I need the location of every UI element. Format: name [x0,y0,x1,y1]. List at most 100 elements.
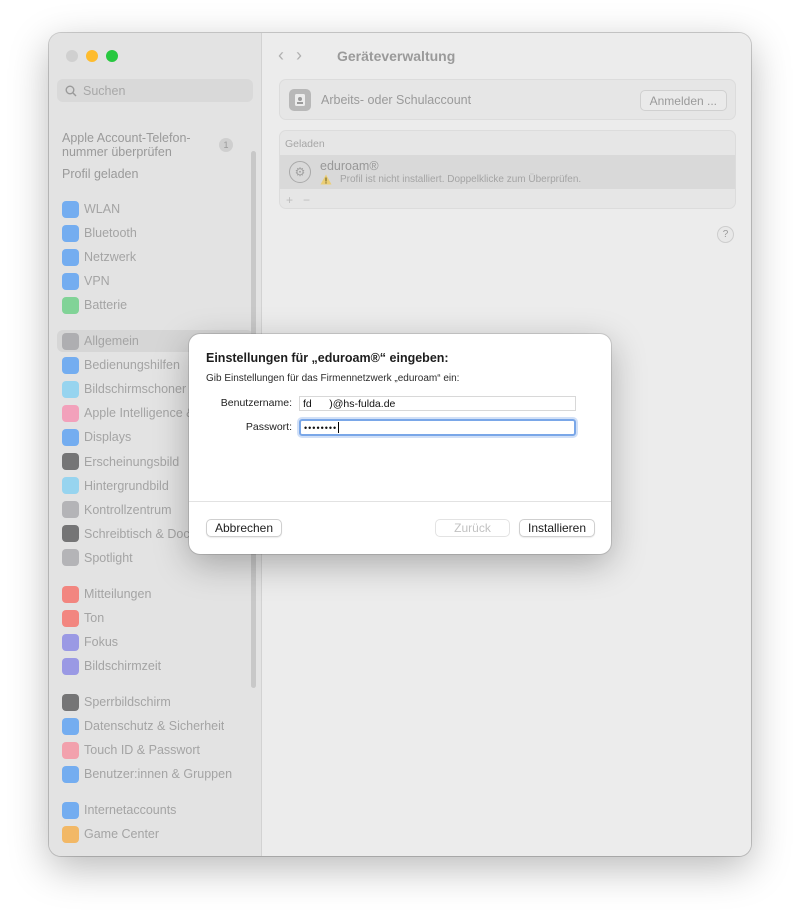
sidebar-item-label: Internetaccounts [84,803,177,817]
account-card: Arbeits- oder Schulaccount Anmelden ... [279,79,736,120]
loaded-profiles-card: Geladen ⚙ eduroam® Profil ist nicht inst… [279,130,736,209]
sidebar-item-label: Sperrbildschirm [84,695,171,709]
add-remove-controls: + − [286,193,310,207]
add-button[interactable]: + [286,193,293,207]
sidebar-item-internetaccounts[interactable]: Internetaccounts [57,799,253,821]
profile-warning: Profil ist nicht installiert. Doppelklic… [320,174,581,185]
help-button[interactable]: ? [717,226,734,243]
navigation: ‹ › [278,45,302,66]
sidebar-item-label: Mitteilungen [84,587,152,601]
bell-icon [62,585,79,603]
spotlight-icon [62,549,79,567]
accessibility-icon [62,356,79,374]
credentials-dialog: Einstellungen für „eduroam®“ eingeben: G… [189,334,611,554]
profile-row[interactable]: ⚙ eduroam® Profil ist nicht installiert.… [280,155,735,189]
sidebar-item-batterie[interactable]: Batterie [57,294,253,316]
sidebar-item-bildschirmzeit[interactable]: Bildschirmzeit [57,655,253,677]
sidebar-item-vpn[interactable]: VPN [57,270,253,292]
sidebar-item-label: Erscheinungsbild [84,454,180,469]
sidebar-item-fokus[interactable]: Fokus [57,631,253,653]
sidebar-item-datenschutz-sicherheit[interactable]: Datenschutz & Sicherheit [57,715,253,737]
controlcenter-icon [62,501,79,519]
page-title: Geräteverwaltung [337,48,456,64]
minimize-button[interactable] [86,50,98,62]
password-field[interactable]: •••••••• [297,417,578,438]
section-label: Geladen [285,138,325,150]
sign-in-button[interactable]: Anmelden ... [639,90,727,111]
sidebar-item-label: Schreibtisch & Dock [84,526,196,541]
forward-chevron-icon[interactable]: › [296,45,302,66]
sidebar-item-label: Touch ID & Passwort [84,743,201,758]
password-label: Passwort: [245,421,292,433]
profile-warning-text: Profil ist nicht installiert. Doppelklic… [340,174,582,185]
sidebar-item-label: Displays [84,430,132,445]
notification-badge: 1 [219,138,233,152]
bluetooth-icon [62,224,79,242]
profile-name: eduroam® [320,159,379,173]
vpn-icon [62,272,79,290]
sidebar-item-label: Fokus [84,635,119,650]
install-button[interactable]: Installieren [519,519,595,537]
gear-icon: ⚙ [289,161,311,183]
zoom-button[interactable] [106,50,118,62]
sidebar-item-label: Spotlight [84,550,133,565]
text-caret [338,422,340,433]
sidebar-item-label: Netzwerk [84,250,137,265]
hourglass-icon [62,657,79,675]
wallpaper-icon [62,477,79,495]
gamecenter-icon [62,825,79,843]
id-badge-icon [289,89,311,111]
back-button[interactable]: Zurück [435,519,510,537]
password-value: •••••••• [304,422,338,433]
back-chevron-icon[interactable]: ‹ [278,45,284,66]
sidebar-item-label: Allgemein [84,334,139,348]
sidebar-item-touch-id-passwort[interactable]: Touch ID & Passwort [57,739,253,761]
dialog-subtitle: Gib Einstellungen für das Firmennetzwerk… [206,373,460,384]
cancel-button[interactable]: Abbrechen [206,519,282,537]
sidebar-item-label: Bildschirmzeit [84,659,162,674]
username-value: fd )@hs-fulda.de [303,397,396,410]
remove-button[interactable]: − [303,193,310,207]
username-field[interactable]: fd )@hs-fulda.de [299,396,576,411]
traffic-lights [66,50,118,62]
profile-loaded-link[interactable]: Profil geladen [62,167,138,182]
appearance-icon [62,453,79,470]
sidebar-item-label: VPN [84,274,110,289]
apple-account-line2[interactable]: nummer überprüfen [62,145,172,160]
search-input[interactable]: Suchen [57,79,253,102]
lock-icon [62,693,79,711]
username-label: Benutzername: [220,397,292,409]
sidebar-item-label: Batterie [84,298,128,313]
hand-icon [62,717,79,735]
sidebar-item-wlan[interactable]: WLAN [57,198,253,220]
account-label: Arbeits- oder Schulaccount [321,93,472,107]
sidebar-item-label: Kontrollzentrum [84,502,172,517]
sidebar-item-mitteilungen[interactable]: Mitteilungen [57,583,253,605]
sidebar-item-label: Hintergrundbild [84,478,169,493]
sidebar-item-sperrbildschirm[interactable]: Sperrbildschirm [57,691,253,713]
sun-icon [62,428,79,446]
dialog-title: Einstellungen für „eduroam®“ eingeben: [206,351,449,365]
gear-icon [62,332,79,350]
close-button[interactable] [66,50,78,62]
sidebar-item-ton[interactable]: Ton [57,607,253,629]
sidebar-item-benutzer-innen-gruppen[interactable]: Benutzer:innen & Gruppen [57,763,253,785]
sidebar-item-bluetooth[interactable]: Bluetooth [57,222,253,244]
sidebar-item-label: WLAN [84,202,121,216]
sidebar-item-game-center[interactable]: Game Center [57,823,253,845]
sidebar-item-label: Game Center [84,827,160,842]
sidebar-item-label: Benutzer:innen & Gruppen [84,767,233,782]
search-icon [65,85,77,96]
screensaver-icon [62,380,79,398]
sidebar-item-label: Datenschutz & Sicherheit [84,719,225,734]
apple-account-line1[interactable]: Apple Account-Telefon- [62,131,191,146]
moon-icon [62,633,79,651]
speaker-icon [62,609,79,627]
dock-icon [62,525,79,543]
wifi-icon [62,200,79,218]
sidebar-item-netzwerk[interactable]: Netzwerk [57,246,253,268]
siri-icon [62,404,79,422]
sidebar-item-label: Bildschirmschoner [84,382,187,397]
sidebar-item-label: Ton [84,611,105,626]
globe-icon [62,248,79,266]
